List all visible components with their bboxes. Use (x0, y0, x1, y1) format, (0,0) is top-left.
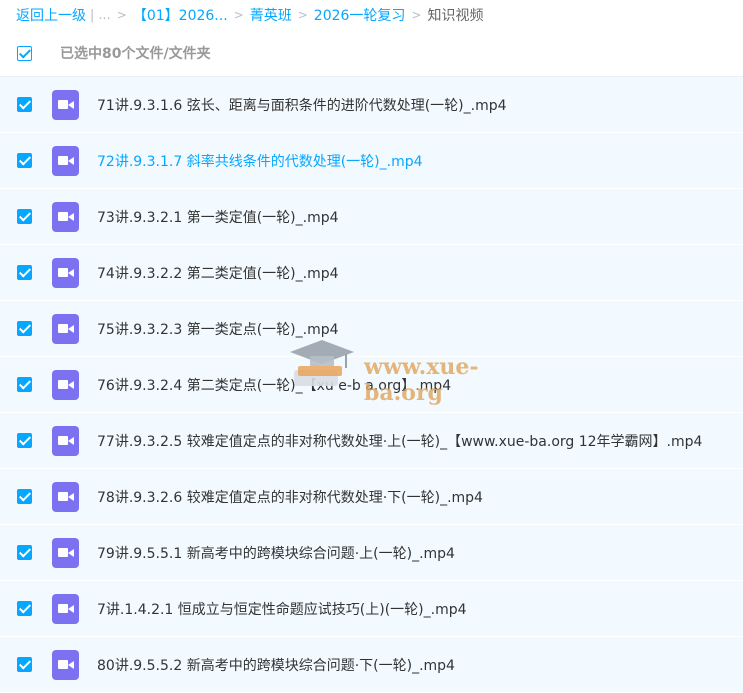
row-checkbox[interactable] (17, 265, 32, 280)
file-name[interactable]: 79讲.9.5.5.1 新高考中的跨模块综合问题·上(一轮)_.mp4 (97, 543, 455, 563)
file-name[interactable]: 76讲.9.3.2.4 第二类定点(一轮)_【xu e-b a.org】.mp4 (97, 375, 451, 395)
row-checkbox[interactable] (17, 545, 32, 560)
video-file-icon (52, 537, 79, 568)
row-checkbox[interactable] (17, 657, 32, 672)
select-all-checkbox[interactable] (17, 45, 32, 61)
video-file-icon (52, 369, 79, 400)
breadcrumb: 返回上一级 | ... > 【01】2026... > 菁英班 > 2026一轮… (0, 0, 743, 30)
breadcrumb-item-review[interactable]: 2026一轮复习 (314, 5, 406, 25)
file-row[interactable]: 77讲.9.3.2.5 较难定值定点的非对称代数处理·上(一轮)_【www.xu… (0, 413, 743, 469)
file-list: 71讲.9.3.1.6 弦长、距离与面积条件的进阶代数处理(一轮)_.mp4 72… (0, 77, 743, 693)
breadcrumb-separator: > (411, 8, 422, 22)
video-file-icon (52, 649, 79, 680)
file-name[interactable]: 7讲.1.4.2.1 恒成立与恒定性命题应试技巧(上)(一轮)_.mp4 (97, 599, 467, 619)
breadcrumb-ellipsis[interactable]: ... (98, 8, 110, 23)
video-file-icon (52, 89, 79, 120)
file-name[interactable]: 80讲.9.5.5.2 新高考中的跨模块综合问题·下(一轮)_.mp4 (97, 655, 455, 675)
breadcrumb-item-jingying[interactable]: 菁英班 (250, 5, 292, 25)
file-name[interactable]: 78讲.9.3.2.6 较难定值定点的非对称代数处理·下(一轮)_.mp4 (97, 487, 483, 507)
file-name[interactable]: 75讲.9.3.2.3 第一类定点(一轮)_.mp4 (97, 319, 339, 339)
video-file-icon (52, 481, 79, 512)
row-checkbox[interactable] (17, 153, 32, 168)
video-file-icon (52, 313, 79, 344)
row-checkbox[interactable] (17, 377, 32, 392)
file-row[interactable]: 71讲.9.3.1.6 弦长、距离与面积条件的进阶代数处理(一轮)_.mp4 (0, 77, 743, 133)
breadcrumb-separator: > (233, 8, 244, 22)
file-row[interactable]: 73讲.9.3.2.1 第一类定值(一轮)_.mp4 (0, 189, 743, 245)
row-checkbox[interactable] (17, 321, 32, 336)
video-file-icon (52, 201, 79, 232)
breadcrumb-item-folder-01[interactable]: 【01】2026... (133, 5, 228, 25)
row-checkbox[interactable] (17, 97, 32, 112)
breadcrumb-divider: | (90, 7, 95, 23)
file-row[interactable]: 76讲.9.3.2.4 第二类定点(一轮)_【xu e-b a.org】.mp4 (0, 357, 743, 413)
file-row[interactable]: 74讲.9.3.2.2 第二类定值(一轮)_.mp4 (0, 245, 743, 301)
selection-bar: 已选中80个文件/文件夹 (0, 30, 743, 77)
breadcrumb-current: 知识视频 (427, 8, 484, 24)
file-row[interactable]: 75讲.9.3.2.3 第一类定点(一轮)_.mp4 (0, 301, 743, 357)
file-name[interactable]: 72讲.9.3.1.7 斜率共线条件的代数处理(一轮)_.mp4 (97, 151, 423, 171)
row-checkbox[interactable] (17, 433, 32, 448)
file-row[interactable]: 7讲.1.4.2.1 恒成立与恒定性命题应试技巧(上)(一轮)_.mp4 (0, 581, 743, 637)
row-checkbox[interactable] (17, 489, 32, 504)
row-checkbox[interactable] (17, 601, 32, 616)
file-row[interactable]: 80讲.9.5.5.2 新高考中的跨模块综合问题·下(一轮)_.mp4 (0, 637, 743, 693)
file-row[interactable]: 72讲.9.3.1.7 斜率共线条件的代数处理(一轮)_.mp4 (0, 133, 743, 189)
file-row[interactable]: 79讲.9.5.5.1 新高考中的跨模块综合问题·上(一轮)_.mp4 (0, 525, 743, 581)
file-name[interactable]: 77讲.9.3.2.5 较难定值定点的非对称代数处理·上(一轮)_【www.xu… (97, 431, 702, 451)
back-link[interactable]: 返回上一级 (16, 5, 86, 25)
file-row[interactable]: 78讲.9.3.2.6 较难定值定点的非对称代数处理·下(一轮)_.mp4 (0, 469, 743, 525)
video-file-icon (52, 425, 79, 456)
video-file-icon (52, 593, 79, 624)
file-name[interactable]: 71讲.9.3.1.6 弦长、距离与面积条件的进阶代数处理(一轮)_.mp4 (97, 95, 507, 115)
breadcrumb-separator: > (297, 8, 308, 22)
video-file-icon (52, 257, 79, 288)
selection-count: 已选中80个文件/文件夹 (60, 46, 211, 62)
video-file-icon (52, 145, 79, 176)
breadcrumb-separator: > (116, 8, 127, 22)
row-checkbox[interactable] (17, 209, 32, 224)
file-name[interactable]: 74讲.9.3.2.2 第二类定值(一轮)_.mp4 (97, 263, 339, 283)
file-name[interactable]: 73讲.9.3.2.1 第一类定值(一轮)_.mp4 (97, 207, 339, 227)
